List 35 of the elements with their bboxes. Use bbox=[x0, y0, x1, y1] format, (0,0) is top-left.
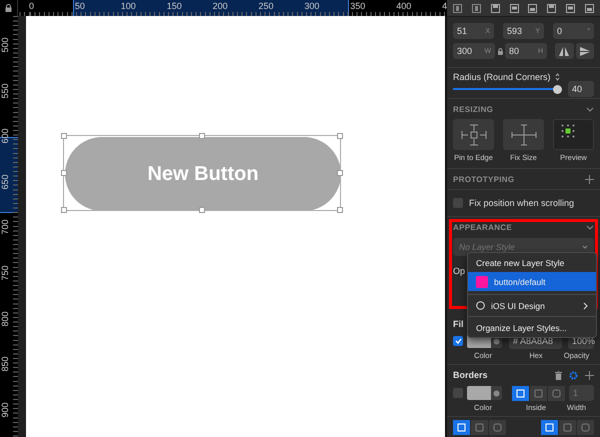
menu-item[interactable]: iOS UI Design bbox=[468, 298, 596, 313]
ruler-label: 50 bbox=[74, 1, 85, 11]
ruler-label: 400 bbox=[396, 1, 412, 11]
radius-label: Radius (Round Corners) bbox=[453, 72, 551, 82]
ruler-label: 200 bbox=[212, 1, 228, 11]
menu-item-label: button/default bbox=[494, 276, 546, 286]
ruler-label: 600 bbox=[0, 128, 10, 146]
menu-item[interactable]: Create new Layer Style bbox=[468, 255, 596, 270]
dropdown-placeholder: No Layer Style bbox=[459, 242, 515, 252]
menu-item[interactable]: Organize Layer Styles... bbox=[468, 320, 596, 335]
radius-field[interactable]: 40 bbox=[568, 81, 594, 97]
ruler-label: 700 bbox=[0, 218, 10, 237]
section-title: Borders bbox=[453, 370, 488, 380]
checkbox-label: Fix position when scrolling bbox=[469, 198, 574, 208]
ruler-label: 550 bbox=[0, 82, 10, 100]
section-title: PROTOTYPING bbox=[453, 174, 514, 184]
ruler-label: 250 bbox=[258, 1, 274, 11]
ruler-label: 300 bbox=[304, 1, 320, 11]
ruler-label: 100 bbox=[120, 1, 136, 11]
ruler-label: 650 bbox=[0, 173, 10, 192]
ruler-label: 150 bbox=[166, 1, 182, 11]
ruler-label: 900 bbox=[0, 401, 10, 420]
ruler-label: 0 bbox=[29, 1, 34, 11]
section-title: Fil bbox=[453, 319, 464, 329]
menu-item[interactable]: button/default bbox=[468, 272, 596, 291]
ruler-label: 750 bbox=[0, 264, 10, 283]
menu-item-label: iOS UI Design bbox=[491, 300, 545, 310]
ruler-label: 800 bbox=[0, 310, 10, 328]
ruler-label: 500 bbox=[0, 36, 10, 55]
ruler-label: 850 bbox=[0, 356, 10, 374]
ruler-label: 4 bbox=[442, 1, 447, 11]
ruler-label: 350 bbox=[350, 1, 366, 11]
section-title: Op bbox=[453, 266, 466, 276]
section-title: RESIZING bbox=[453, 104, 494, 114]
section-title: APPEARANCE bbox=[453, 222, 512, 232]
